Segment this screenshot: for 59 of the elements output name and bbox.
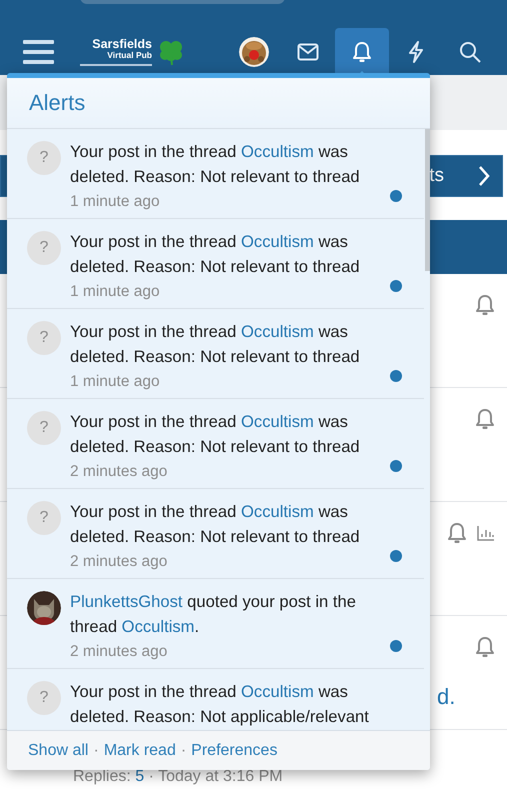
alerts-button[interactable] <box>335 28 389 75</box>
thread-title[interactable]: d. <box>437 684 456 710</box>
alert-text: Your post in the thread Occultism was deleted. Reason: Not relevant to thread <box>70 321 361 368</box>
alert-text: PlunkettsGhost quoted your post in the thread Occultism. <box>70 591 357 638</box>
alert-time: 2 minutes ago <box>70 552 168 572</box>
bar-label: ts <box>429 165 444 187</box>
chevron-right-icon <box>478 165 490 187</box>
question-mark: ? <box>40 509 48 527</box>
alert-link[interactable]: Occultism <box>122 617 195 636</box>
alert-link[interactable]: Occultism <box>240 322 314 341</box>
search-icon <box>459 40 481 62</box>
scrollbar-thumb[interactable] <box>425 129 430 271</box>
bell-icon[interactable] <box>447 522 467 544</box>
bell-icon[interactable] <box>475 294 495 316</box>
alert-time: 1 minute ago <box>70 282 160 302</box>
lightning-icon <box>408 40 424 62</box>
alert-text: Your post in the thread Occultism was deleted. Reason: Not relevant to thread <box>70 141 361 188</box>
chart-icon[interactable] <box>477 525 495 541</box>
alert-text: Your post in the thread Occultism was deleted. Reason: Not relevant to thread <box>70 231 361 278</box>
question-mark: ? <box>40 329 48 347</box>
question-mark: ? <box>40 239 48 257</box>
alert-link[interactable]: Occultism <box>240 232 314 251</box>
alert-link[interactable]: Occultism <box>240 682 314 701</box>
thread-meta: Replies: 5 · Today at 3:16 PM <box>73 768 283 786</box>
site-subtitle: Virtual Pub <box>107 51 152 60</box>
menu-button[interactable] <box>23 40 54 64</box>
question-mark: ? <box>40 689 48 707</box>
question-mark: ? <box>40 419 48 437</box>
alert-text: Your post in the thread Occultism was deleted. Reason: Not relevant to thread <box>70 501 361 548</box>
alert-time: 1 minute ago <box>70 372 160 392</box>
footer-link[interactable]: Show all <box>28 742 88 760</box>
footer-link[interactable]: Mark read <box>104 742 176 760</box>
site-name: Sarsfields <box>92 38 152 50</box>
bell-icon <box>352 40 372 62</box>
avatar-placeholder[interactable]: ? <box>27 321 61 355</box>
avatar-placeholder[interactable]: ? <box>27 141 61 175</box>
alert-time: 2 minutes ago <box>70 462 168 482</box>
avatar-placeholder[interactable]: ? <box>27 411 61 445</box>
replies-link[interactable]: 5 <box>135 768 144 785</box>
avatar-placeholder[interactable]: ? <box>27 681 61 715</box>
alert-link[interactable]: Occultism <box>240 142 314 161</box>
bell-icon[interactable] <box>475 636 495 658</box>
question-mark: ? <box>40 149 48 167</box>
avatar-placeholder[interactable]: ? <box>27 231 61 265</box>
alert-time: 2 minutes ago <box>70 642 168 662</box>
tagline-drawing <box>80 64 152 66</box>
alert-text: Your post in the thread Occultism was deleted. Reason: Not relevant to thread <box>70 411 361 458</box>
separator: · <box>93 742 99 760</box>
popup-title: Alerts <box>7 78 430 129</box>
alert-link[interactable]: PlunkettsGhost <box>70 592 183 611</box>
separator: · <box>180 742 186 760</box>
alert-link[interactable]: Occultism <box>240 502 314 521</box>
mail-icon <box>297 42 319 60</box>
alert-link[interactable]: Occultism <box>240 412 314 431</box>
bell-icon[interactable] <box>475 408 495 430</box>
alert-time: 1 minute ago <box>70 192 160 212</box>
alert-text: Your post in the thread Occultism was deleted. Reason: Not applicable/relevant <box>70 681 370 728</box>
avatar-placeholder[interactable]: ? <box>27 501 61 535</box>
footer-link[interactable]: Preferences <box>191 742 278 760</box>
